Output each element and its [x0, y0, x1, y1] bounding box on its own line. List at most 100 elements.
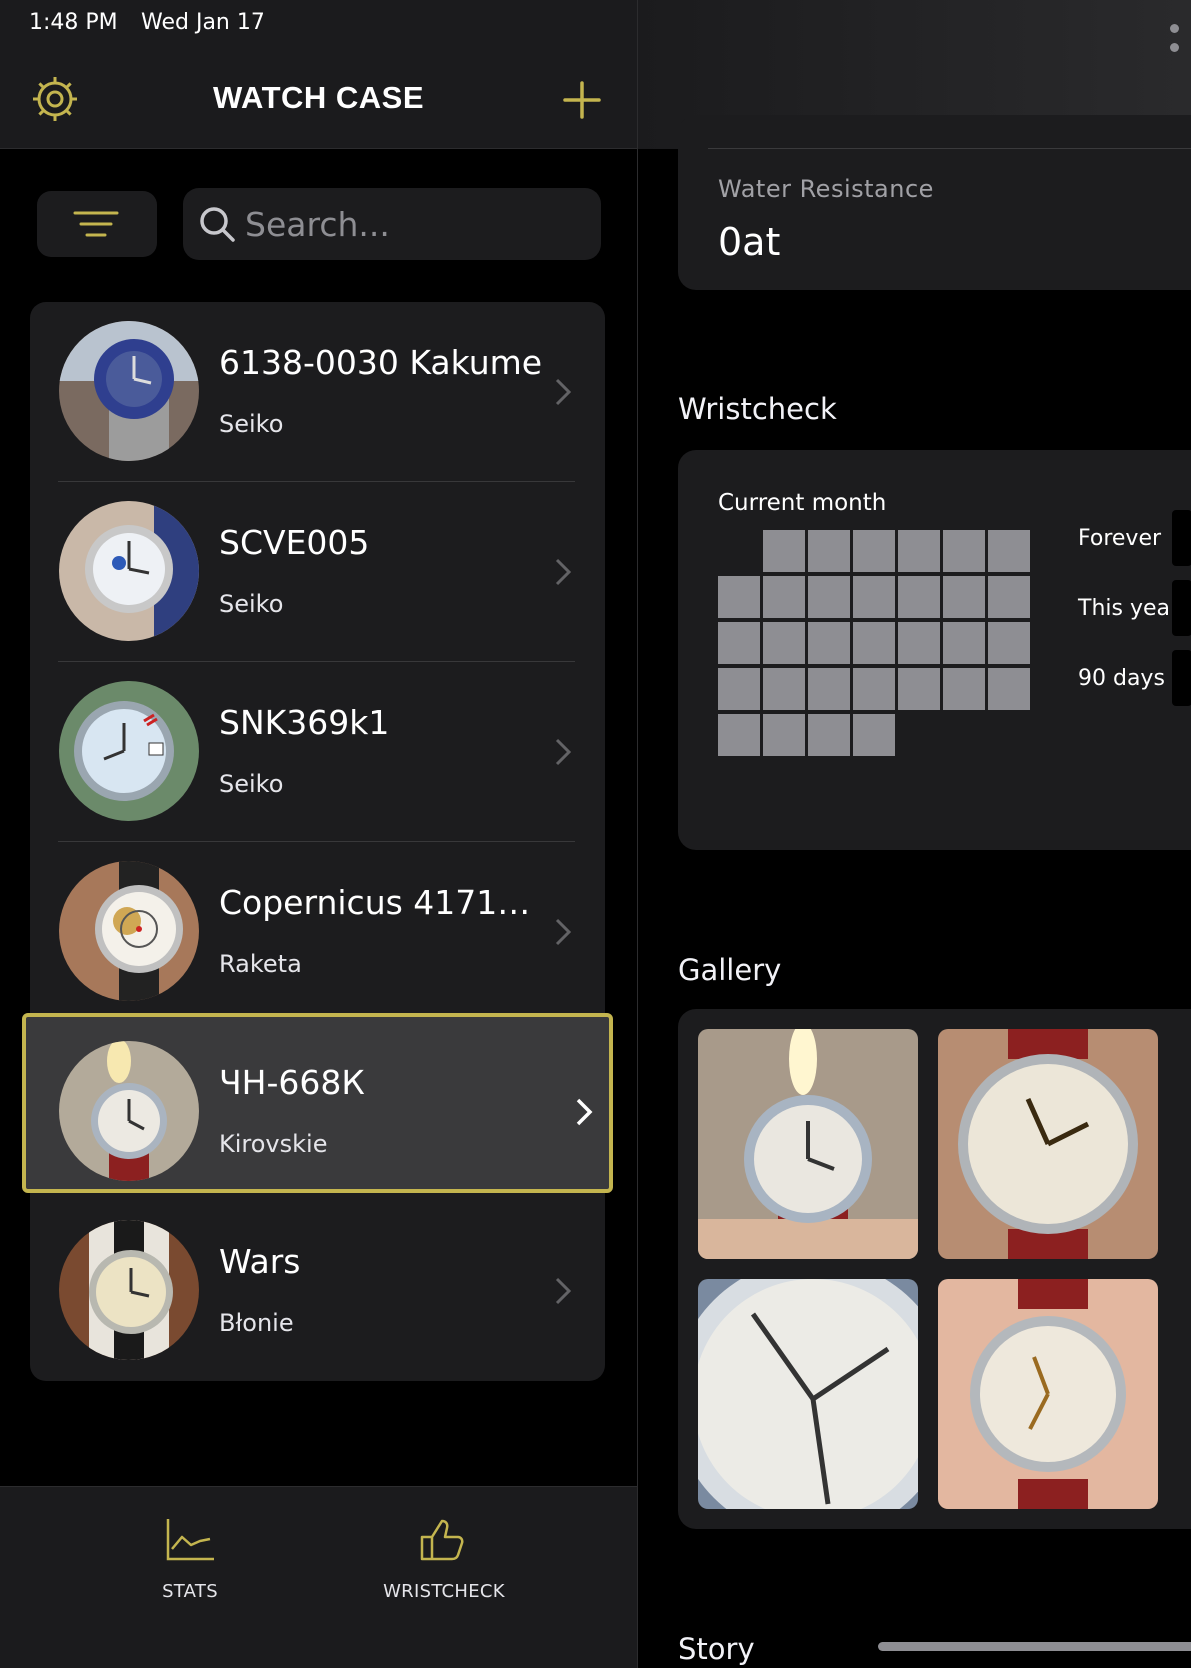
home-indicator — [878, 1642, 1191, 1651]
calendar-day — [808, 622, 850, 664]
calendar-day — [943, 668, 985, 710]
watch-list-pane: 1:48 PM Wed Jan 17 WATCH CASE Search... … — [0, 0, 637, 1668]
legend-90-days: 90 days — [1078, 666, 1165, 691]
tab-bar: STATS WRISTCHECK — [0, 1486, 637, 1668]
wristcheck-title: Wristcheck — [678, 392, 837, 426]
calendar-day — [898, 668, 940, 710]
gallery-photo[interactable] — [938, 1279, 1158, 1509]
calendar-day — [943, 530, 985, 572]
calendar-day — [718, 668, 760, 710]
chevron-right-icon — [555, 378, 572, 406]
watch-row[interactable]: SNK369k1 Seiko — [30, 662, 605, 842]
watch-name: Copernicus 41717... — [219, 883, 549, 922]
watch-thumbnail — [59, 321, 199, 461]
tab-wristcheck-label: WRISTCHECK — [383, 1581, 505, 1602]
calendar-day — [988, 530, 1030, 572]
gallery-photo[interactable] — [938, 1029, 1158, 1259]
gallery-title: Gallery — [678, 953, 782, 987]
watch-brand: Seiko — [219, 770, 284, 798]
multitask-dots-icon[interactable] — [1170, 18, 1191, 56]
calendar-day — [853, 714, 895, 756]
calendar-day — [763, 714, 805, 756]
watch-brand: Błonie — [219, 1309, 294, 1337]
current-month-label: Current month — [718, 490, 887, 516]
calendar-day — [763, 622, 805, 664]
calendar-day — [988, 622, 1030, 664]
status-date: Wed Jan 17 — [141, 10, 265, 35]
watch-row-selected[interactable]: ЧН-668К Kirovskie — [22, 1013, 613, 1193]
chevron-right-icon — [576, 1098, 593, 1126]
calendar-day — [988, 576, 1030, 618]
watch-row[interactable]: Copernicus 41717... Raketa — [30, 842, 605, 1022]
calendar-day — [943, 576, 985, 618]
watch-name: SNK369k1 — [219, 703, 390, 742]
gallery-photo[interactable] — [698, 1279, 918, 1509]
calendar-day — [898, 530, 940, 572]
watch-detail-pane: Water Resistance 0at Wristcheck Current … — [638, 0, 1191, 1668]
calendar-day — [808, 714, 850, 756]
this-year-bar — [1172, 580, 1191, 636]
story-title: Story — [678, 1632, 755, 1666]
watch-brand: Kirovskie — [219, 1130, 328, 1158]
calendar-day — [853, 576, 895, 618]
chevron-right-icon — [555, 918, 572, 946]
calendar-day — [718, 714, 760, 756]
calendar-day — [898, 622, 940, 664]
watch-thumbnail — [59, 1220, 199, 1360]
watch-name: ЧН-668К — [219, 1063, 365, 1102]
watch-list: 6138-0030 Kakume Seiko SCVE005 Seiko SNK… — [22, 302, 613, 1381]
forever-bar — [1172, 510, 1191, 566]
water-resistance-value: 0at — [718, 220, 781, 264]
calendar-day — [763, 530, 805, 572]
calendar-day — [808, 576, 850, 618]
calendar-day — [718, 576, 760, 618]
calendar-day — [763, 668, 805, 710]
watch-brand: Raketa — [219, 950, 302, 978]
watch-brand: Seiko — [219, 590, 284, 618]
calendar-day — [808, 668, 850, 710]
filter-lines-icon — [73, 211, 119, 237]
watch-brand: Seiko — [219, 410, 284, 438]
status-time: 1:48 PM — [29, 10, 118, 35]
water-resistance-label: Water Resistance — [718, 175, 934, 203]
watch-name: 6138-0030 Kakume — [219, 343, 543, 382]
filter-button[interactable] — [37, 191, 157, 257]
watch-thumbnail — [59, 681, 199, 821]
card-divider — [708, 148, 1191, 149]
calendar-day — [853, 622, 895, 664]
calendar-day — [808, 530, 850, 572]
watch-name: Wars — [219, 1242, 301, 1281]
watch-row[interactable]: Wars Błonie — [30, 1201, 605, 1381]
watch-name: SCVE005 — [219, 523, 370, 562]
tab-wristcheck[interactable]: WRISTCHECK — [354, 1515, 534, 1635]
calendar-day — [853, 530, 895, 572]
calendar-day — [898, 576, 940, 618]
search-bar[interactable] — [183, 188, 601, 260]
calendar-day — [718, 622, 760, 664]
wristcheck-card: Current month Forever This year 90 days — [678, 450, 1191, 850]
gallery-photo[interactable] — [698, 1029, 918, 1259]
chevron-right-icon — [555, 738, 572, 766]
settings-button[interactable] — [30, 74, 80, 124]
chevron-right-icon — [555, 558, 572, 586]
calendar-day — [763, 576, 805, 618]
month-calendar — [718, 530, 1030, 770]
gear-icon — [33, 77, 77, 121]
chart-icon — [166, 1519, 214, 1561]
chevron-right-icon — [555, 1277, 572, 1305]
add-watch-button[interactable] — [561, 79, 603, 121]
water-resistance-card: Water Resistance 0at — [678, 115, 1191, 290]
legend-this-year: This year — [1078, 596, 1180, 621]
search-input[interactable] — [245, 200, 585, 248]
tab-stats-label: STATS — [162, 1581, 218, 1602]
plus-icon — [563, 81, 601, 119]
legend-forever: Forever — [1078, 526, 1162, 551]
tab-stats[interactable]: STATS — [100, 1515, 280, 1635]
calendar-day — [853, 668, 895, 710]
list-header: 1:48 PM Wed Jan 17 WATCH CASE — [0, 0, 637, 149]
watch-row[interactable]: 6138-0030 Kakume Seiko — [30, 302, 605, 482]
calendar-day — [988, 668, 1030, 710]
watch-thumbnail — [59, 861, 199, 1001]
watch-row[interactable]: SCVE005 Seiko — [30, 482, 605, 662]
search-icon — [200, 207, 235, 242]
